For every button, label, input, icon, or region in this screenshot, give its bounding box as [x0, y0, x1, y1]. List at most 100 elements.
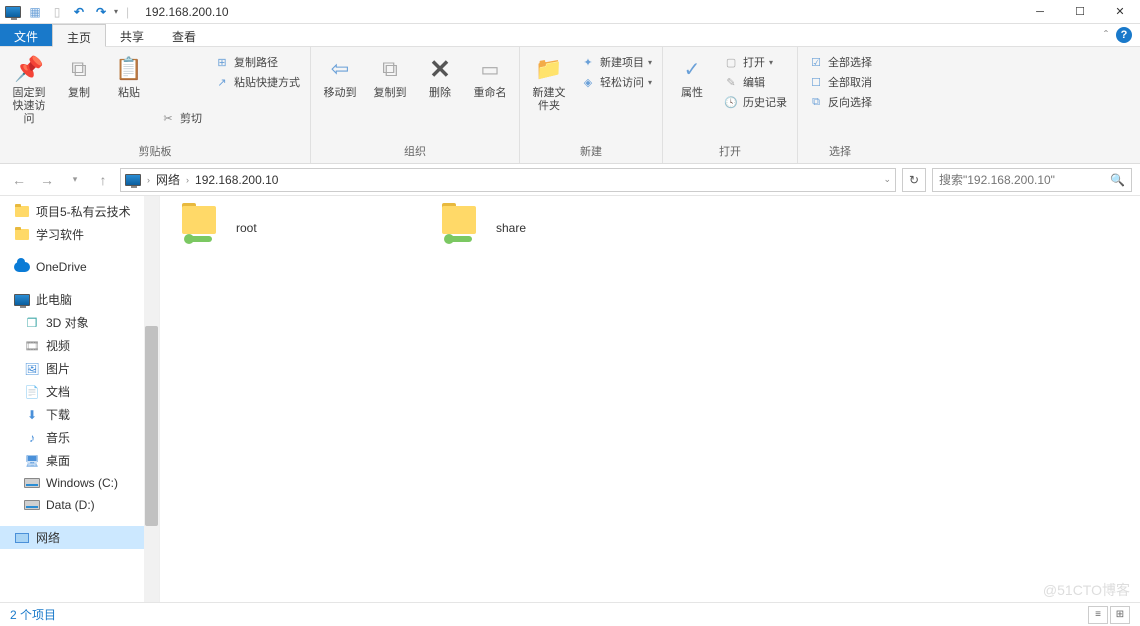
rename-icon: ▭ — [474, 53, 506, 85]
easy-access-button[interactable]: ◈ 轻松访问▾ — [578, 73, 654, 91]
qat-item[interactable]: ▦ — [26, 3, 44, 21]
address-dropdown[interactable]: ⌄ — [883, 174, 891, 185]
copy-to-button[interactable]: ⧉ 复制到 — [367, 51, 413, 102]
tree-node-icon — [14, 292, 30, 308]
tree-node-label: 学习软件 — [36, 226, 84, 243]
ribbon: 📌 固定到快速访问 ⧉ 复制 📋 粘贴 ✂ 剪切 ⊞ 复制路径 — [0, 47, 1140, 164]
qat-item[interactable]: ▯ — [48, 3, 66, 21]
tree-node[interactable]: 📄文档 — [0, 380, 159, 403]
tree-node[interactable]: 此电脑 — [0, 288, 159, 311]
pin-icon: 📌 — [13, 53, 45, 85]
history-button[interactable]: 🕓 历史记录 — [721, 93, 789, 111]
tree-node[interactable]: 项目5-私有云技术 — [0, 200, 159, 223]
status-bar: 2 个项目 ≡ ⊞ — [0, 602, 1140, 626]
properties-button[interactable]: ✓ 属性 — [669, 51, 715, 102]
navigation-pane: 项目5-私有云技术学习软件 OneDrive 此电脑❒3D 对象🎞视频🖼图片📄文档⬇… — [0, 196, 160, 602]
watermark: @51CTO博客 — [1043, 580, 1130, 600]
copy-path-button[interactable]: ⊞ 复制路径 — [212, 53, 302, 71]
path-icon: ⊞ — [214, 54, 230, 70]
minimize-button[interactable]: ─ — [1020, 1, 1060, 23]
tree-node[interactable]: Windows (C:) — [0, 472, 159, 494]
cut-button[interactable]: ✂ 剪切 — [158, 109, 204, 127]
recent-locations-button[interactable]: ▾ — [64, 169, 86, 191]
icons-view-button[interactable]: ⊞ — [1110, 606, 1130, 624]
select-all-button[interactable]: ☑ 全部选择 — [806, 53, 874, 71]
edit-button[interactable]: ✎ 编辑 — [721, 73, 789, 91]
tab-view[interactable]: 查看 — [158, 24, 210, 46]
tab-share[interactable]: 共享 — [106, 24, 158, 46]
tree-node-label: 网络 — [36, 529, 60, 546]
maximize-button[interactable]: ☐ — [1060, 1, 1100, 23]
tab-file[interactable]: 文件 — [0, 24, 52, 46]
select-none-button[interactable]: ☐ 全部取消 — [806, 73, 874, 91]
content-pane[interactable]: root share — [160, 196, 1140, 602]
tree-node-icon: ♪ — [24, 430, 40, 446]
tree-node[interactable]: Data (D:) — [0, 494, 159, 516]
delete-button[interactable]: ✕ 删除 — [417, 51, 463, 102]
invert-icon: ⧉ — [808, 94, 824, 110]
open-icon: ▢ — [723, 54, 739, 70]
search-icon[interactable]: 🔍 — [1110, 173, 1125, 187]
ribbon-group-select: ☑ 全部选择 ☐ 全部取消 ⧉ 反向选择 选择 — [798, 47, 882, 163]
chevron-right-icon[interactable]: › — [186, 175, 189, 185]
tree-node[interactable]: 🎞视频 — [0, 334, 159, 357]
collapse-ribbon-icon[interactable]: ˆ — [1104, 28, 1108, 42]
window-title: 192.168.200.10 — [145, 5, 228, 19]
back-button[interactable]: ← — [8, 169, 30, 191]
qat-dropdown[interactable]: ▾ — [114, 7, 118, 16]
tree-node-label: 项目5-私有云技术 — [36, 203, 131, 220]
tree-node[interactable]: 🖼图片 — [0, 357, 159, 380]
search-input[interactable] — [939, 173, 1099, 187]
scissors-icon: ✂ — [160, 110, 176, 126]
undo-icon[interactable]: ↶ — [70, 3, 88, 21]
invert-selection-button[interactable]: ⧉ 反向选择 — [806, 93, 874, 111]
tree-node-label: 文档 — [46, 383, 70, 400]
address-bar[interactable]: › 网络 › 192.168.200.10 ⌄ — [120, 168, 896, 192]
tree-node-icon: 🖼 — [24, 361, 40, 377]
move-to-button[interactable]: ⇦ 移动到 — [317, 51, 363, 102]
close-button[interactable]: ✕ — [1100, 1, 1140, 23]
tree-node[interactable]: ❒3D 对象 — [0, 311, 159, 334]
redo-icon[interactable]: ↷ — [92, 3, 110, 21]
new-folder-button[interactable]: 📁 新建文件夹 — [526, 51, 572, 115]
up-button[interactable]: ↑ — [92, 169, 114, 191]
paste-button[interactable]: 📋 粘贴 — [106, 51, 152, 102]
chevron-right-icon[interactable]: › — [147, 175, 150, 185]
tree-node-label: 桌面 — [46, 452, 70, 469]
tree-node[interactable]: ⬇下载 — [0, 403, 159, 426]
shared-folder-icon — [440, 206, 484, 250]
sidebar-scrollbar[interactable] — [144, 196, 159, 602]
window-controls: ─ ☐ ✕ — [1020, 1, 1140, 23]
rename-button[interactable]: ▭ 重命名 — [467, 51, 513, 102]
folder-item[interactable]: share — [440, 206, 640, 250]
tab-home[interactable]: 主页 — [52, 24, 106, 47]
tree-node[interactable]: 网络 — [0, 526, 159, 549]
folder-name: root — [236, 221, 257, 235]
details-view-button[interactable]: ≡ — [1088, 606, 1108, 624]
breadcrumb-segment[interactable]: 192.168.200.10 — [195, 173, 278, 187]
forward-button[interactable]: → — [36, 169, 58, 191]
open-button[interactable]: ▢ 打开▾ — [721, 53, 789, 71]
ribbon-group-organize: ⇦ 移动到 ⧉ 复制到 ✕ 删除 ▭ 重命名 组织 — [311, 47, 520, 163]
move-icon: ⇦ — [324, 53, 356, 85]
tree-node[interactable]: 学习软件 — [0, 223, 159, 246]
pin-to-quick-access-button[interactable]: 📌 固定到快速访问 — [6, 51, 52, 128]
paste-shortcut-button[interactable]: ↗ 粘贴快捷方式 — [212, 73, 302, 91]
refresh-button[interactable]: ↻ — [902, 168, 926, 192]
new-item-button[interactable]: ✦ 新建项目▾ — [578, 53, 654, 71]
folder-item[interactable]: root — [180, 206, 380, 250]
tree-node[interactable]: ♪音乐 — [0, 426, 159, 449]
help-icon[interactable]: ? — [1116, 27, 1132, 43]
select-none-icon: ☐ — [808, 74, 824, 90]
tree-node[interactable]: 🖥桌面 — [0, 449, 159, 472]
copy-button[interactable]: ⧉ 复制 — [56, 51, 102, 102]
easy-access-icon: ◈ — [580, 74, 596, 90]
view-switcher: ≡ ⊞ — [1088, 606, 1130, 624]
scrollbar-thumb[interactable] — [145, 326, 158, 526]
new-item-icon: ✦ — [580, 54, 596, 70]
search-box[interactable]: 🔍 — [932, 168, 1132, 192]
tree-node[interactable]: OneDrive — [0, 256, 159, 278]
explorer-body: 项目5-私有云技术学习软件 OneDrive 此电脑❒3D 对象🎞视频🖼图片📄文档⬇… — [0, 196, 1140, 602]
tree-node-label: 视频 — [46, 337, 70, 354]
breadcrumb-segment[interactable]: 网络 — [156, 171, 180, 188]
